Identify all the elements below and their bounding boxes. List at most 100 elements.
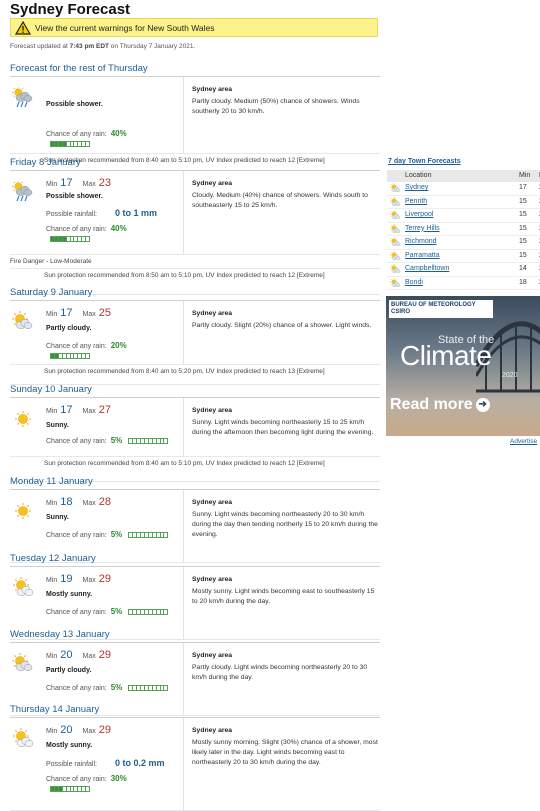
forecast-summary: Partly cloudy. [46, 325, 92, 332]
rain-chance-bar [128, 685, 169, 692]
warning-icon [15, 20, 31, 35]
max-temp: 29 [98, 649, 111, 661]
rain-bar-cell [86, 354, 89, 358]
town-link[interactable]: Terrey Hills [405, 223, 440, 236]
partly-cloudy-icon [390, 250, 401, 261]
town-link[interactable]: Liverpool [405, 209, 433, 222]
possible-rainfall: Possible rainfall: 0 to 0.2 mm [46, 758, 165, 768]
town-forecasts-link[interactable]: 7 day Town Forecasts [388, 158, 461, 165]
forecast-left-column: Min 20 Max 29 Mostly sunny. Possible rainfal… [10, 718, 184, 810]
shower-icon [12, 86, 34, 109]
arrow-right-icon: ➜ [475, 398, 490, 412]
possible-rainfall: Possible rainfall: 0 to 1 mm [46, 208, 157, 218]
partly-cloudy-icon [390, 210, 401, 220]
min-temp: 17 [60, 307, 73, 319]
rain-chance: Chance of any rain: 5% [46, 530, 169, 539]
town-min: 17 [519, 184, 527, 191]
rain-bar-cell [164, 439, 167, 443]
rain-bar-cell [164, 533, 167, 537]
rain-chance: Chance of any rain: 5% [46, 607, 169, 616]
warning-link[interactable]: View the current warnings for New South … [35, 23, 215, 33]
town-link[interactable]: Campbelltown [405, 263, 449, 276]
climate-ad[interactable]: BUREAU OF METEOROLOGY CSIRO State of the… [386, 296, 540, 436]
rain-bar-cell [86, 142, 89, 146]
rain-chance: Chance of any rain: 20% [46, 341, 127, 350]
partly-cloudy-icon [390, 196, 401, 207]
rain-chance: Chance of any rain: 5% [46, 683, 169, 692]
min-temp: 20 [60, 649, 73, 661]
day-body: Min 20 Max 29 Mostly sunny. Possible rainfal… [10, 718, 380, 811]
town-row: Sydney 17 2 [387, 182, 540, 196]
town-link[interactable]: Parramatta [405, 250, 440, 263]
town-row: Bondi 18 2 [387, 277, 540, 290]
town-min: 15 [519, 224, 527, 232]
max-temp: 28 [98, 496, 111, 508]
warning-banner[interactable]: View the current warnings for New South … [10, 18, 378, 37]
min-max-temps: Min 17 Max 25 [46, 307, 111, 319]
rain-chance-bar [128, 609, 169, 616]
rain-chance-bar [50, 236, 90, 242]
rain-chance-bar [128, 532, 169, 539]
rain-chance: Chance of any rain: 5% [46, 436, 169, 445]
forecast-day: Saturday 9 January Min 17 Max 25 Partly clo… [10, 285, 380, 385]
forecast-left-column: Min 17 Max 27 Sunny. Chance of any rain: 5% [10, 398, 184, 456]
forecast-day: Sunday 10 January Min 17 Max 27 Sunny. Chanc… [10, 382, 380, 482]
partly-cloudy-icon [390, 277, 401, 288]
advertise-link[interactable]: Advertise [510, 438, 537, 445]
sunny-icon [12, 408, 34, 430]
town-link[interactable]: Richmond [405, 236, 437, 249]
min-temp: 17 [60, 177, 73, 189]
partly-cloudy-icon [390, 237, 401, 247]
read-more-button[interactable]: Read more ➜ [390, 396, 490, 414]
town-row: Campbelltown 14 2 [387, 263, 540, 277]
min-max-temps: Min 17 Max 27 [46, 404, 111, 416]
town-min: 14 [519, 265, 527, 272]
town-link[interactable]: Sydney [405, 182, 428, 195]
town-min: 18 [519, 278, 527, 286]
day-heading: Tuesday 12 January [10, 551, 380, 567]
forecast-summary: Mostly sunny. [46, 742, 93, 749]
min-temp: 19 [60, 573, 73, 585]
sun-protection: Sun protection recommended from 8:50 am … [44, 272, 325, 279]
rain-bar-cell [86, 237, 89, 241]
max-temp: 29 [98, 573, 111, 585]
day-body: Min 17 Max 23 Possible shower. Possible rain… [10, 171, 380, 295]
max-temp: 23 [98, 177, 111, 189]
rain-chance-bar [128, 438, 169, 445]
location-header: Location [405, 172, 432, 179]
forecast-summary: Sunny. [46, 514, 69, 521]
forecast-detail: Sydney area Cloudy. Medium (40%) chance o… [192, 180, 368, 209]
min-max-temps: Min 20 Max 29 [46, 649, 111, 661]
rain-chance-bar [50, 353, 90, 359]
rain-chance-bar [50, 786, 90, 792]
town-link[interactable]: Bondi [405, 277, 423, 290]
day-heading: Saturday 9 January [10, 285, 380, 301]
day-heading: Forecast for the rest of Thursday [10, 61, 380, 77]
min-temp: 17 [60, 404, 73, 416]
day-heading: Monday 11 January [10, 474, 380, 490]
fire-danger: Fire Danger - Low-Moderate [10, 258, 92, 265]
day-body: Possible shower. Chance of any rain: 40% Sy… [10, 77, 380, 164]
rain-chance: Chance of any rain: 40% [46, 129, 127, 138]
shower-icon [12, 180, 34, 203]
forecast-detail: Sydney area Partly cloudy. Slight (20%) c… [192, 310, 372, 329]
partly-cloudy-icon [12, 653, 34, 675]
forecast-left-column: Min 17 Max 25 Partly cloudy. Chance of any r… [10, 301, 184, 364]
forecast-left-column: Possible shower. Chance of any rain: 40% [10, 77, 184, 153]
min-max-temps: Min 17 Max 23 [46, 177, 111, 189]
town-link[interactable]: Penrith [405, 196, 427, 209]
ad-year: 2020 [502, 372, 518, 379]
rain-chance: Chance of any rain: 30% [46, 774, 127, 783]
min-header: Min [519, 172, 531, 179]
forecast-detail: Sydney area Partly cloudy. Medium (50%) c… [192, 86, 360, 115]
sun-protection: Sun protection recommended from 8:40 am … [44, 460, 325, 467]
forecast-left-column: Min 17 Max 23 Possible shower. Possible rain… [10, 171, 184, 254]
forecast-day: Monday 11 January Min 18 Max 28 Sunny. Chanc… [10, 474, 380, 563]
rain-bar-cell [164, 686, 167, 690]
mostly-sunny-icon [12, 728, 34, 750]
day-heading: Friday 8 January [10, 155, 380, 171]
min-max-temps: Min 19 Max 29 [46, 573, 111, 585]
forecast-day: Friday 8 January Min 17 Max 23 Possible sho… [10, 155, 380, 295]
town-forecasts-table: Location Min M Sydney 17 2 Penrith 15 2 … [387, 170, 540, 290]
day-heading: Sunday 10 January [10, 382, 380, 398]
